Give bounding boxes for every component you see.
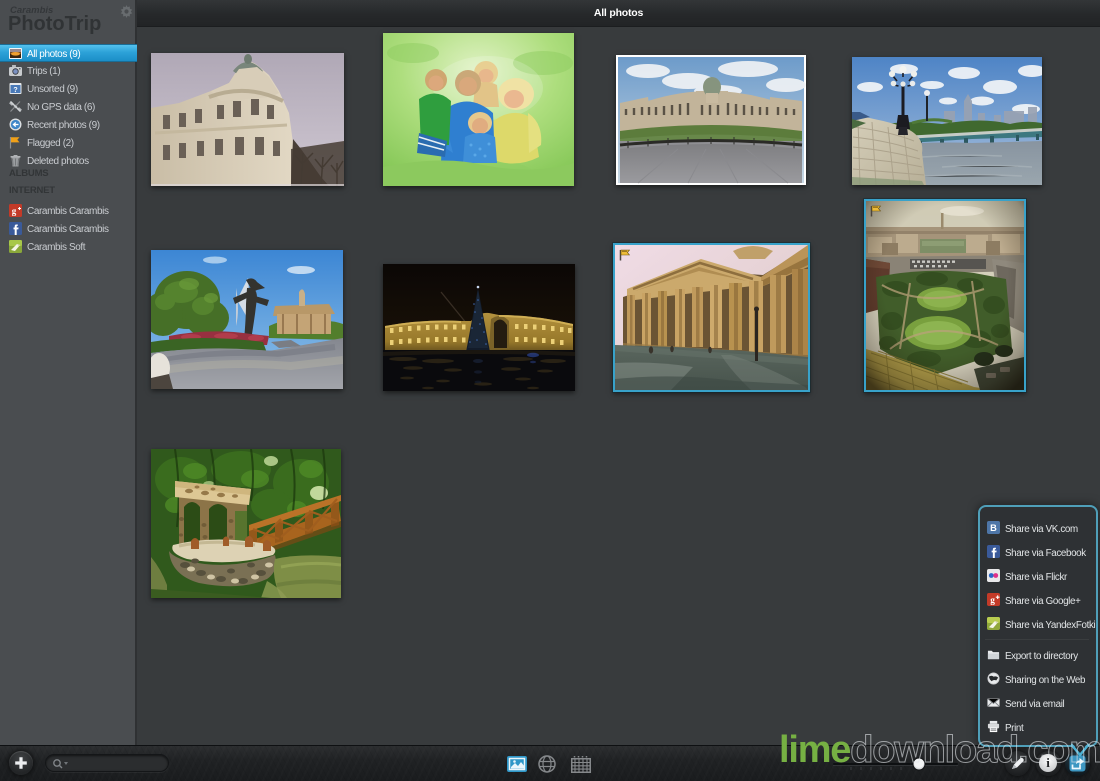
svg-text:g: g [12,206,17,216]
svg-text:B: B [990,523,997,533]
svg-text:g: g [990,596,995,606]
svg-text:?: ? [13,87,17,94]
